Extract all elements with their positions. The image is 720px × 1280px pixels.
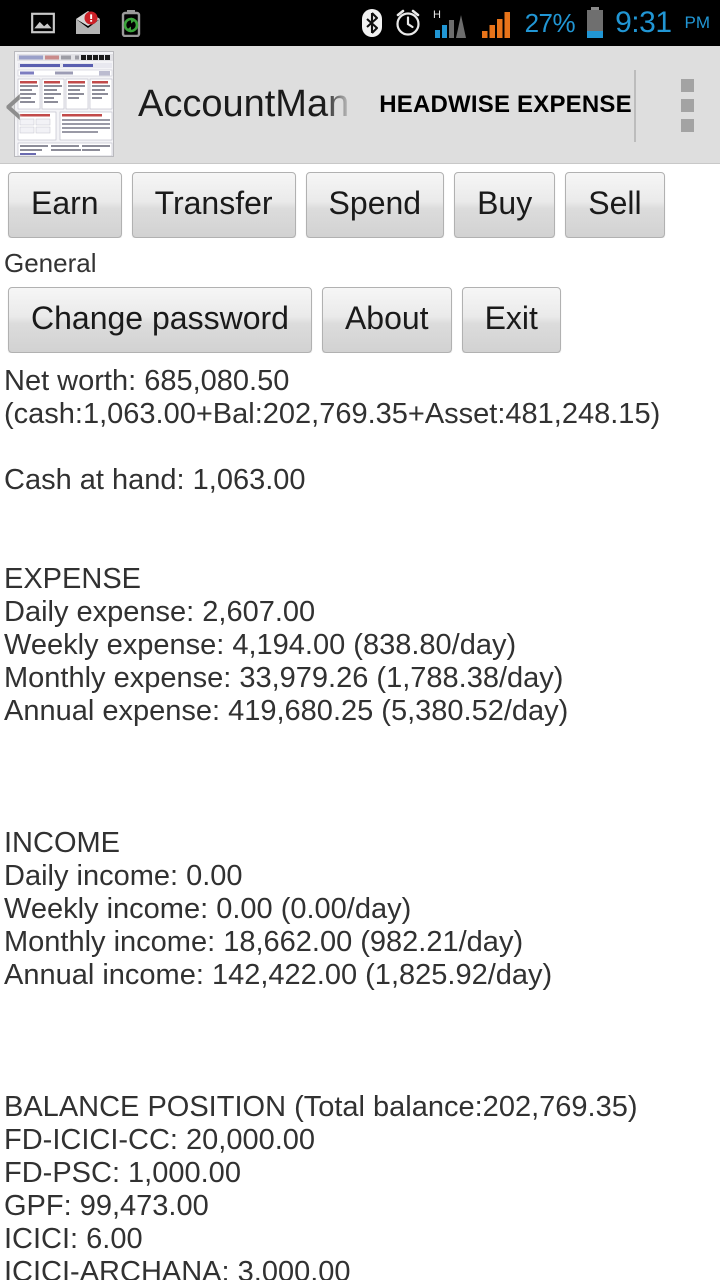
daily-expense-line: Daily expense: 2,607.00 — [4, 596, 316, 628]
balance-row: FD-PSC: 1,000.00 — [4, 1157, 241, 1189]
weekly-expense-line: Weekly expense: 4,194.00 (838.80/day) — [4, 629, 517, 661]
status-bar[interactable]: H 27% 9:31 PM — [0, 0, 720, 46]
overflow-menu-button[interactable] — [681, 46, 694, 164]
monthly-income-line: Monthly income: 18,662.00 (982.21/day) — [4, 926, 524, 958]
status-bar-system-icons: H 27% 9:31 PM — [361, 0, 710, 46]
action-bar-divider — [634, 70, 636, 142]
sell-button[interactable]: Sell — [565, 172, 665, 238]
earn-button[interactable]: Earn — [8, 172, 122, 238]
balance-row: GPF: 99,473.00 — [4, 1190, 209, 1222]
overflow-dot-icon — [681, 118, 694, 132]
general-section-label: General — [4, 248, 97, 278]
cash-at-hand-line: Cash at hand: 1,063.00 — [4, 464, 306, 496]
overflow-dot-icon — [681, 78, 694, 92]
app-icon-thumbnail — [14, 50, 114, 157]
status-bar-notification-icons — [12, 9, 142, 37]
cellular-signal-icon — [481, 12, 510, 38]
buy-button[interactable]: Buy — [454, 172, 556, 238]
clock-time-label: 9:31 — [615, 6, 672, 39]
annual-income-line: Annual income: 142,422.00 (1,825.92/day) — [4, 959, 553, 991]
balance-position-heading: BALANCE POSITION (Total balance:202,769.… — [4, 1091, 638, 1123]
transaction-buttons-row: Earn Transfer Spend Buy Sell — [0, 164, 720, 238]
net-worth-breakdown-line: (cash:1,063.00+Bal:202,769.35+Asset:481,… — [4, 398, 661, 430]
spreadsheet-thumbnail-icon — [15, 51, 113, 156]
battery-percent-label: 27% — [524, 7, 576, 38]
monthly-expense-line: Monthly expense: 33,979.26 (1,788.38/day… — [4, 662, 564, 694]
clock-ampm-label: PM — [684, 13, 711, 32]
balance-row: FD-ICICI-CC: 20,000.00 — [4, 1124, 316, 1156]
photo-icon — [31, 12, 55, 34]
battery-icon — [587, 7, 604, 38]
alarm-clock-icon — [395, 9, 420, 36]
action-bar: ‹ AccountMan HEADWISE EXPENSE — [0, 46, 720, 164]
weekly-income-line: Weekly income: 0.00 (0.00/day) — [4, 893, 412, 925]
gmail-envelope-icon — [76, 11, 100, 34]
general-buttons-row: Change password About Exit — [0, 279, 720, 353]
main-content: Earn Transfer Spend Buy Sell General Cha… — [0, 164, 720, 1280]
spend-button[interactable]: Spend — [305, 172, 445, 238]
balance-row: ICICI-ARCHANA: 3,000.00 — [4, 1256, 351, 1280]
change-password-button[interactable]: Change password — [8, 287, 312, 353]
about-button[interactable]: About — [321, 287, 452, 353]
app-title: AccountMan — [138, 83, 350, 125]
balance-row: ICICI: 6.00 — [4, 1223, 143, 1255]
summary-report: Net worth: 685,080.50 (cash:1,063.00+Bal… — [0, 353, 720, 1280]
expense-heading: EXPENSE — [4, 563, 141, 595]
net-worth-line: Net worth: 685,080.50 — [4, 365, 290, 397]
h-data-signal-icon: H — [433, 9, 466, 38]
income-heading: INCOME — [4, 827, 120, 859]
overflow-dot-icon — [681, 98, 694, 112]
exit-button[interactable]: Exit — [461, 287, 561, 353]
bluetooth-icon — [361, 9, 382, 37]
screen-title-headwise-expense[interactable]: HEADWISE EXPENSE — [379, 91, 632, 119]
daily-income-line: Daily income: 0.00 — [4, 860, 243, 892]
annual-expense-line: Annual expense: 419,680.25 (5,380.52/day… — [4, 695, 569, 727]
app-icon-and-back[interactable]: ‹ — [2, 50, 116, 159]
transfer-button[interactable]: Transfer — [131, 172, 296, 238]
svg-text:H: H — [433, 9, 441, 21]
battery-sync-icon — [121, 10, 141, 37]
back-button[interactable]: ‹ — [2, 75, 25, 133]
